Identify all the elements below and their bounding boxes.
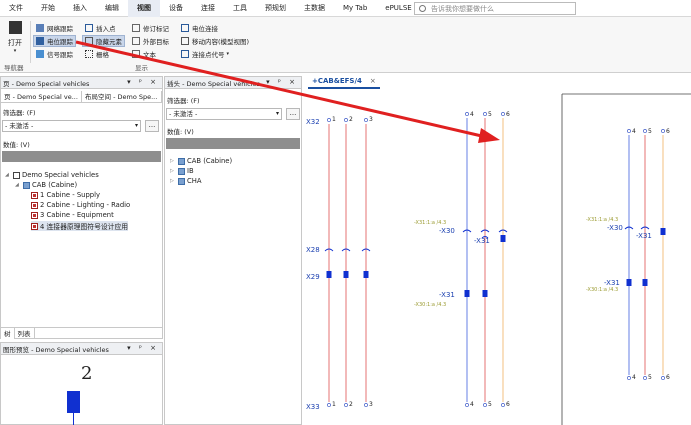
annotation-arrow	[75, 40, 500, 143]
annotation-arrow-head	[478, 128, 500, 143]
annotation-arrow-shaft	[75, 40, 487, 139]
